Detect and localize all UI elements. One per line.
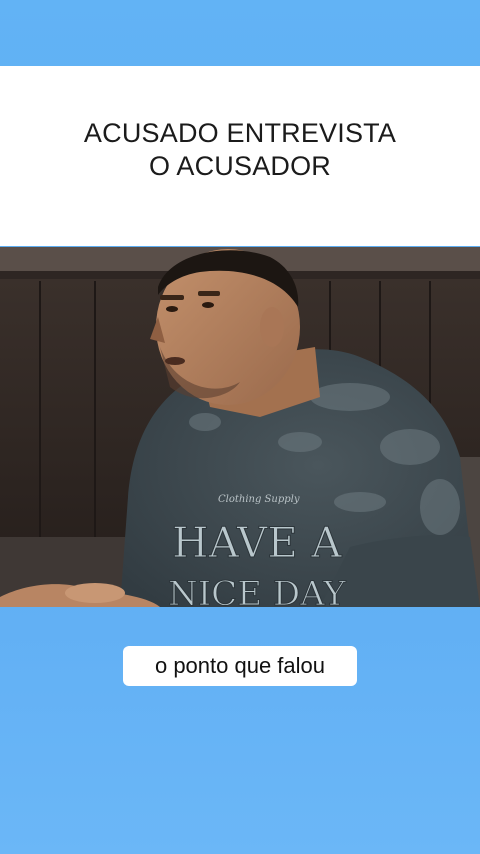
title-panel: ACUSADO ENTREVISTA O ACUSADOR: [0, 66, 480, 246]
shirt-print-line-2: NICE DAY: [168, 574, 346, 607]
shirt-print-line-1: HAVE A: [172, 518, 342, 567]
subtitle-caption: o ponto que falou: [123, 646, 357, 686]
video-frame-image: Clothing Supply HAVE A NICE DAY: [0, 247, 480, 607]
title-line-1: ACUSADO ENTREVISTA: [83, 118, 397, 148]
shirt-script-text: Clothing Supply: [218, 494, 300, 505]
video-title: ACUSADO ENTREVISTA O ACUSADOR: [84, 117, 396, 183]
video-player[interactable]: Clothing Supply HAVE A NICE DAY: [0, 247, 480, 607]
title-line-2: O ACUSADOR: [148, 151, 332, 181]
